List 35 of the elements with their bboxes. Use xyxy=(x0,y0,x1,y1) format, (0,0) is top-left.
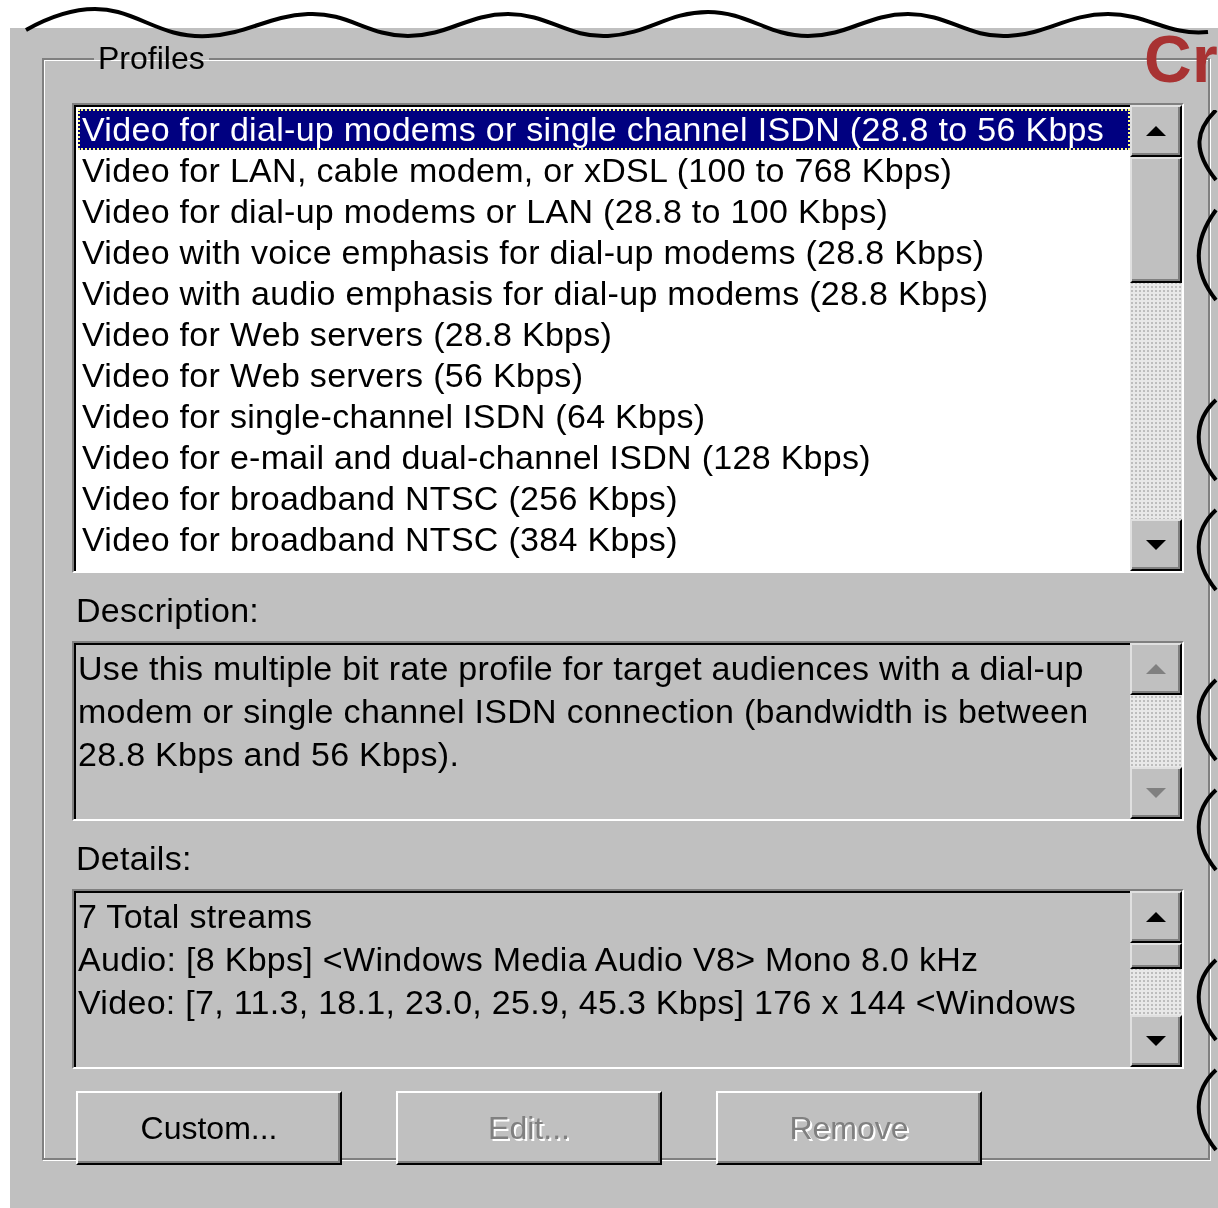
list-item[interactable]: Video with audio emphasis for dial-up modems (28.8 Kbps) xyxy=(78,273,1130,314)
up-arrow-icon xyxy=(1145,125,1167,137)
scroll-down-button[interactable] xyxy=(1130,1015,1182,1067)
list-item[interactable]: Video with voice emphasis for dial-up modems (28.8 Kbps) xyxy=(78,232,1130,273)
list-item[interactable]: Video for broadband NTSC (256 Kbps) xyxy=(78,478,1130,519)
up-arrow-icon xyxy=(1145,911,1167,923)
details-line: Audio: [8 Kbps] <Windows Media Audio V8> Mono 8.0 kHz xyxy=(78,939,980,980)
description-text: Use this multiple bit rate profile for target audiences with a dial-up modem or single channel ISDN connection (bandwidth is between 28.8 Kbps and 56 Kbps). xyxy=(77,648,1090,775)
profile-list[interactable] xyxy=(72,103,1184,573)
scroll-up-button[interactable] xyxy=(1130,891,1182,943)
dialog-button[interactable]: Custom... xyxy=(76,1091,342,1165)
down-arrow-icon xyxy=(1145,1035,1167,1047)
list-item[interactable]: Video for broadband NTSC (384 Kbps) xyxy=(78,519,1130,560)
details-line: 7 Total streams xyxy=(78,896,314,937)
list-item[interactable]: Video for single-channel ISDN (64 Kbps) xyxy=(78,396,1130,437)
field-label: Description: xyxy=(76,591,261,629)
list-item[interactable]: Video for Web servers (28.8 Kbps) xyxy=(78,314,1130,355)
list-item[interactable]: Video for LAN, cable modem, or xDSL (100 to 768 Kbps) xyxy=(78,150,1130,191)
description-box[interactable]: Use this multiple bit rate profile for target audiences with a dial-up modem or single channel ISDN connection (bandwidth is between 28.8 Kbps and 56 Kbps). xyxy=(72,641,1184,821)
up-arrow-icon xyxy=(1145,663,1167,675)
group-title: Profiles xyxy=(97,40,206,77)
scroll-up-button[interactable] xyxy=(1130,105,1182,157)
list-item[interactable]: Video for Web servers (56 Kbps) xyxy=(78,355,1130,396)
list-item[interactable]: Video for dial-up modems or LAN (28.8 to 100 Kbps) xyxy=(78,191,1130,232)
scroll-thumb[interactable] xyxy=(1130,157,1182,283)
details-box[interactable]: 7 Total streams Audio: [8 Kbps] <Windows Media Audio V8> Mono 8.0 kHz Video: [7, 11.3, 18.1, 23.0, 25.9, 45.3 Kbps] 176 x 144 <Windows xyxy=(72,889,1184,1069)
down-arrow-icon xyxy=(1145,539,1167,551)
down-arrow-icon xyxy=(1145,787,1167,799)
field-label: Details: xyxy=(76,839,193,877)
list-item[interactable]: Video for e-mail and dual-channel ISDN (128 Kbps) xyxy=(78,437,1130,478)
scroll-down-button[interactable] xyxy=(1130,519,1182,571)
list-item[interactable]: Video for dial-up modems or single channel ISDN (28.8 to 56 Kbps xyxy=(78,109,1130,150)
details-line: Video: [7, 11.3, 18.1, 23.0, 25.9, 45.3 Kbps] 176 x 144 <Windows xyxy=(78,982,1077,1023)
scroll-thumb[interactable] xyxy=(1130,943,1182,969)
heading-fragment: Cr xyxy=(1144,24,1218,94)
